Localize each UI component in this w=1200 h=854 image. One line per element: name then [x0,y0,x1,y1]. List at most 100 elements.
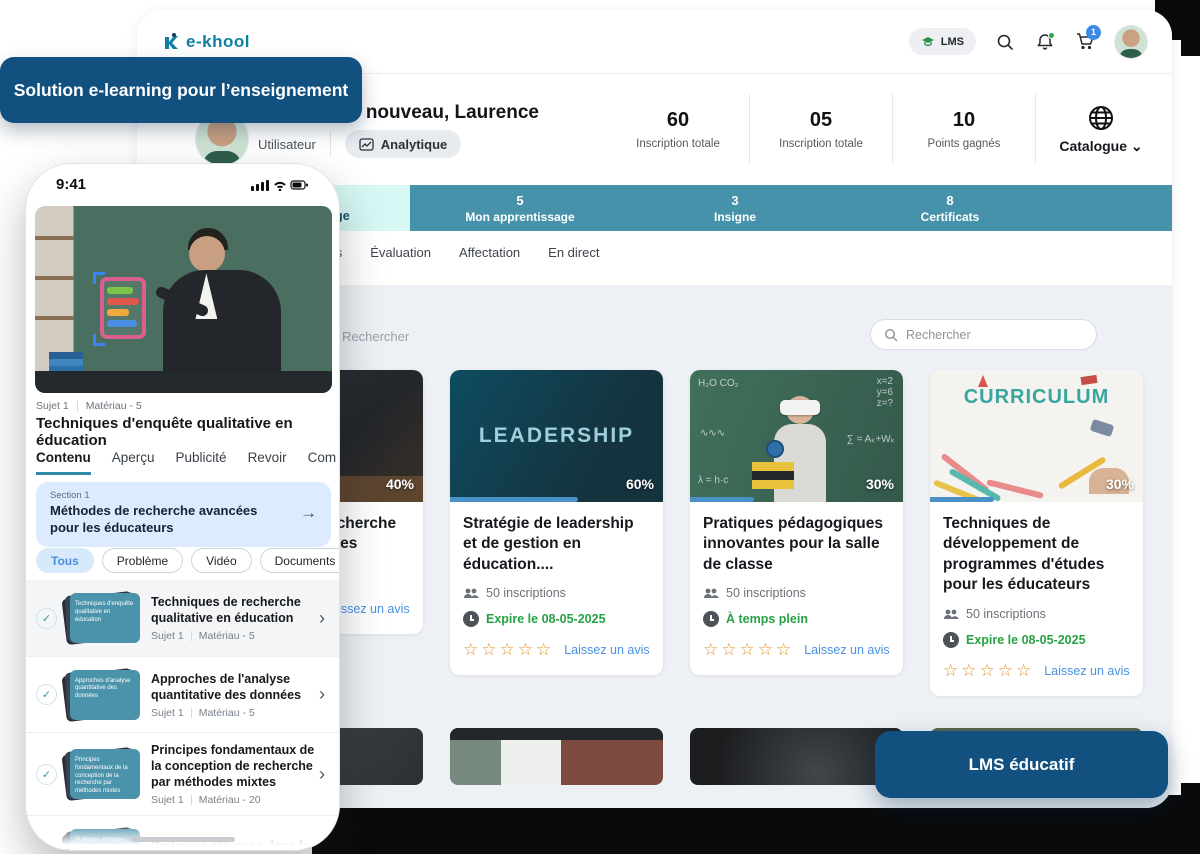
filter-chips: Tous Problème Vidéo Documents [36,548,339,573]
search-box[interactable] [870,319,1097,350]
enrollments-count: 50 inscriptions [486,586,566,601]
clock-icon [943,631,959,648]
image-caption: CURRICULUM [963,386,1110,408]
search-input-left[interactable] [342,323,662,349]
subtab-live[interactable]: En direct [548,245,599,260]
catalogue-button[interactable]: Catalogue ⌄ [1036,90,1166,168]
home-indicator[interactable] [130,837,235,842]
leave-review-link[interactable]: Laissez un avis [564,643,649,657]
search-icon[interactable] [994,31,1016,53]
tab-certificates[interactable]: 8 Certificats [840,185,1060,231]
backdrop-shape [1168,22,1200,40]
course-card[interactable]: LEADERSHIP 60% Stratégie de leadership e… [450,370,663,676]
expiry-row: Expire le 08-05-2025 [463,611,650,628]
tab-publicity[interactable]: Publicité [176,450,227,475]
subtab-evaluation[interactable]: Évaluation [370,245,431,260]
chip-video[interactable]: Vidéo [191,548,252,573]
screenshot-stage: e-khool LMS 1 Bienvenue de nouveau, Laur… [0,0,1200,854]
tab-count: 3 [731,192,739,208]
progress-bar [930,497,994,502]
tab-label: Mon apprentissage [465,209,575,224]
cart-icon[interactable]: 1 [1074,24,1101,53]
course-thumbnail[interactable] [690,728,903,785]
progress-bar [450,497,578,502]
chevron-right-icon[interactable]: › [315,684,329,705]
subtab-assignment[interactable]: Affectation [459,245,520,260]
chip-problem[interactable]: Problème [101,548,184,573]
course-title: Pratiques pédagogiques innovantes pour l… [703,515,884,573]
lesson-item-meta: Sujet 1 Matériau - 5 [151,630,255,642]
notifications-bell-icon[interactable] [1034,31,1056,53]
stat-value: 60 [666,108,690,131]
image-caption: LEADERSHIP [478,424,635,447]
chevron-right-icon[interactable]: › [315,608,329,629]
tab-overview[interactable]: Aperçu [112,450,155,475]
leave-review-link[interactable]: Laissez un avis [1044,664,1129,678]
stat-label: Points gagnés [927,137,1001,150]
arrow-right-icon[interactable]: → [300,503,317,523]
clock-icon [703,611,719,628]
tab-badge[interactable]: 3 Insigne [630,185,840,231]
user-avatar[interactable] [1114,24,1148,59]
status-text: À temps plein [726,612,808,627]
stat-enrollment-total: 60 Inscription totale [607,90,749,168]
phone-mockup: 9:41 Sujet 1 Matériau - 5 Techniques d'e… [25,163,340,851]
expiry-row: Expire le 08-05-2025 [943,631,1130,648]
notification-dot [1048,31,1055,39]
star-rating[interactable]: ☆☆☆☆☆ [703,640,794,660]
search-input[interactable] [906,327,1066,342]
phone-status-bar: 9:41 [26,176,339,193]
graduation-cap-icon [921,36,934,46]
check-icon: ✓ [36,763,57,785]
tab-review[interactable]: Revoir [248,450,287,475]
stat-value: 10 [952,108,976,131]
lms-educatif-button[interactable]: LMS éducatif [875,731,1168,798]
lesson-thumbnail: Principes fondamentaux de la conception … [61,746,141,802]
course-card[interactable]: H₂O CO₂ x=2 y=6 z=? ∿∿∿ ∑ = Aₖ+Wₖ λ = h·c … [690,370,903,676]
course-title: Techniques de développement de programme… [943,515,1105,594]
enrollments-row: 50 inscriptions [463,586,650,600]
lesson-item-title: Principes fondamentaux de la conception … [151,743,315,789]
lms-badge[interactable]: LMS [908,28,976,55]
leave-review-link[interactable]: Laissez un avis [804,643,889,657]
tab-my-learning[interactable]: 5 Mon apprentissage [410,185,630,231]
caret-down-icon: ⌄ [1130,138,1143,154]
catalogue-label: Catalogue [1059,138,1128,154]
chevron-right-icon[interactable]: › [315,764,329,785]
chip-all[interactable]: Tous [36,548,94,573]
course-image: CURRICULUM 30% [930,370,1143,502]
section-card[interactable]: Section 1 Méthodes de recherche avancées… [36,482,331,547]
stat-label: Inscription totale [636,137,720,150]
ekhool-logo[interactable]: e-khool [161,32,250,52]
tab-label: Certificats [920,209,980,224]
list-item[interactable]: ✓ Techniques d'enquête qualitative en éd… [26,580,339,656]
status-row: À temps plein [703,611,890,628]
progress-percent: 30% [865,476,894,492]
cart-count-badge: 1 [1086,24,1101,40]
progress-bar [690,497,754,502]
clock-icon [463,611,479,628]
list-item[interactable]: ✓ Principes fondamentaux de la conceptio… [26,732,339,815]
check-icon: ✓ [36,607,57,629]
tab-comments[interactable]: Commentaires [308,450,336,475]
star-rating[interactable]: ☆☆☆☆☆ [943,661,1034,681]
tab-content[interactable]: Contenu [36,450,91,475]
abacus-prop [100,277,147,340]
analytics-button[interactable]: Analytique [344,130,462,158]
lesson-item-title: Techniques de recherche qualitative en é… [151,595,301,625]
lesson-video-player[interactable] [35,206,332,393]
tab-label: Insigne [713,209,756,224]
people-icon [704,588,719,599]
enrollments-row: 50 inscriptions [703,586,890,600]
chip-documents[interactable]: Documents [259,548,339,573]
course-image: LEADERSHIP 60% [450,370,663,502]
lesson-list: ✓ Techniques d'enquête qualitative en éd… [26,580,339,850]
star-rating[interactable]: ☆☆☆☆☆ [463,640,554,660]
lesson-thumbnail: Techniques d'enquête qualitative en éduc… [61,590,141,646]
course-thumbnail[interactable] [450,728,663,785]
lms-educatif-label: LMS éducatif [968,754,1075,774]
course-card[interactable]: CURRICULUM 30% Techniques de développeme… [930,370,1143,696]
course-title: Stratégie de leadership et de gestion en… [463,515,634,573]
stat-value: 05 [809,108,833,131]
list-item[interactable]: ✓ Approches d'analyse quantitative des d… [26,656,339,732]
